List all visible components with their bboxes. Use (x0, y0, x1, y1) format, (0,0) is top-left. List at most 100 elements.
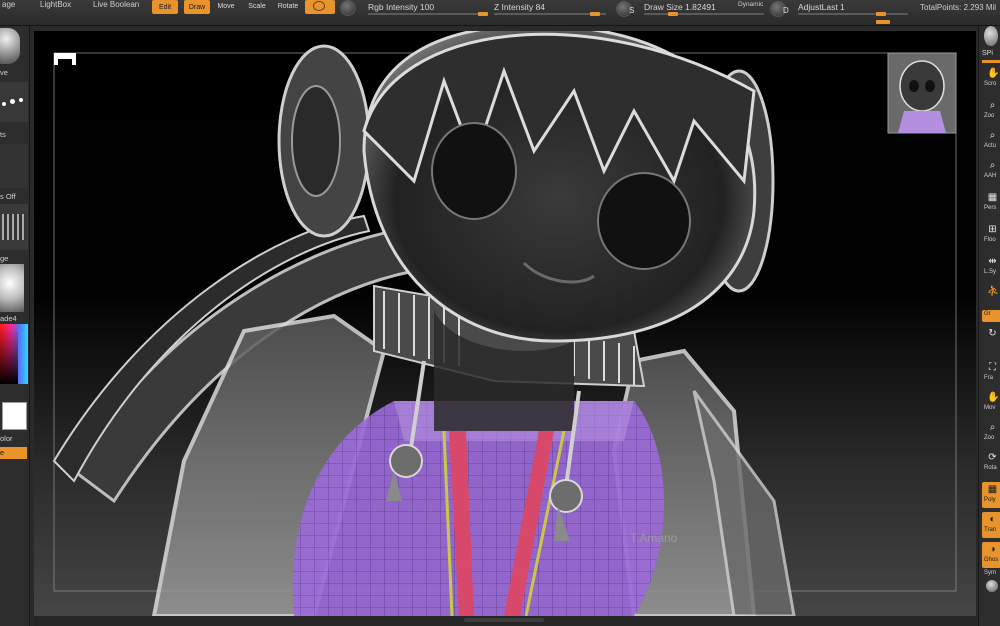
adjust-last-knob[interactable] (876, 12, 886, 16)
magnifier-icon: ⌕ (989, 100, 996, 111)
symmetry-icon: ⇹ (988, 256, 997, 267)
rotate-mode-button[interactable]: Rotate (275, 0, 301, 14)
tool-fragment-label: age (2, 0, 16, 9)
floor-button[interactable]: ⊞ Floo (982, 222, 1000, 248)
adjust-last-label: AdjustLast 1 (798, 2, 845, 12)
viewport-canvas[interactable]: T.Amano (34, 31, 976, 616)
s-key-label: S (629, 6, 635, 15)
draw-size-slider[interactable] (644, 13, 764, 15)
z-intensity-label: Z Intensity 84 (494, 2, 546, 12)
drawstring-bead-right (549, 479, 583, 513)
floor-grid-icon: ⊞ (988, 224, 997, 235)
rgb-intensity-knob[interactable] (478, 12, 488, 16)
draw-mode-label: Draw (188, 4, 206, 11)
rotate-view-button[interactable]: ⟳ Rota (982, 450, 1000, 476)
persp-button[interactable]: ▦ Pers (982, 190, 1000, 216)
texture-label: ge (0, 254, 9, 263)
gyro-button[interactable]: Gr (982, 310, 1000, 322)
rotate-icon: ⟳ (988, 452, 997, 463)
draw-mode-button[interactable]: Draw (184, 0, 210, 14)
hand-icon: ✋ (987, 68, 1000, 79)
rotate-mode-label: Rotate (277, 3, 299, 10)
right-tray: SPi ✋ Scro ⌕ Zoo ⌕ Actu ⌕ AAH ▦ Pers ⊞ Floo ⇹ L… (978, 26, 1000, 626)
adjust-last-slider[interactable] (798, 13, 908, 15)
color-picker-shade (0, 324, 18, 384)
z-intensity-knob[interactable] (590, 12, 600, 16)
magnifier-icon: ⌕ (989, 160, 996, 171)
rotate-icon: ↻ (988, 328, 997, 339)
floor-label: Floo (984, 237, 996, 243)
color-picker[interactable] (0, 324, 28, 384)
dynamic-size-icon[interactable]: D (770, 1, 789, 17)
solo-label: Sym (984, 570, 996, 576)
main-color-swatch[interactable] (2, 402, 27, 430)
local-symmetry-button[interactable]: ⇹ L.Sy (982, 254, 1000, 280)
circle-icon (313, 1, 325, 11)
frame-label: Fra (984, 375, 993, 381)
dot-icon (2, 102, 6, 106)
eye-right (597, 172, 691, 270)
spix-label: SPi (982, 50, 993, 57)
zoom-view-button[interactable]: ⌕ Zoo (982, 420, 1000, 446)
spix-slider[interactable] (982, 60, 1000, 63)
left-tray: ve ts s Off ge ade4 olor e (0, 26, 30, 626)
frame-button[interactable]: ⛶ Fra (982, 360, 1000, 386)
stroke-label: ts (0, 130, 6, 139)
bottom-tray (34, 616, 978, 626)
color-switch-button[interactable]: e (0, 447, 27, 459)
navigator-body (898, 111, 946, 133)
brush-sphere-icon[interactable] (0, 28, 20, 64)
texture-thumbnail[interactable] (0, 204, 28, 250)
stroke-thumbnail[interactable] (0, 82, 28, 122)
material-swatch-button[interactable] (305, 0, 335, 14)
live-boolean-button[interactable]: Live Boolean (93, 0, 139, 9)
scale-mode-button[interactable]: Scale (245, 0, 269, 14)
drawstring-bead-left (389, 444, 423, 478)
focal-shift-icon[interactable]: S (616, 1, 635, 17)
sphere-icon (986, 580, 998, 592)
navigator-head (899, 60, 945, 112)
magnifier-icon: ⌕ (989, 422, 996, 433)
polygon-grid-icon: ▦ (987, 484, 998, 495)
alpha-thumbnail[interactable] (0, 144, 28, 188)
brush-label: ve (0, 68, 8, 77)
hand-icon: ✋ (987, 392, 1000, 403)
rotate-view-label: Rota (984, 465, 997, 471)
color-switch-label: e (0, 448, 5, 457)
local-symmetry-label: L.Sy (984, 269, 997, 275)
actual-label: Actu (984, 143, 997, 149)
sphere-material-icon[interactable] (340, 0, 356, 16)
ghost-button[interactable]: ◑ Ghos (982, 542, 1000, 568)
material-label: ade4 (0, 314, 17, 323)
alpha-off-label: s Off (0, 192, 16, 201)
dynamic-toggle[interactable]: Dynamic (738, 1, 763, 8)
grid-texture-icon (2, 214, 26, 240)
artist-watermark: T.Amano (630, 531, 678, 545)
actual-button[interactable]: ⌕ Actu (982, 128, 1000, 154)
zoom-label: Zoo (984, 113, 995, 119)
headphone-left-inner (291, 85, 341, 197)
ghost-icon: ◑ (989, 544, 996, 555)
material-thumbnail[interactable] (0, 264, 24, 312)
persp-label: Pers (984, 205, 997, 211)
aahalf-button[interactable]: ⌕ AAH (982, 158, 1000, 184)
zoom-button[interactable]: ⌕ Zoo (982, 98, 1000, 124)
transparent-button[interactable]: ◐ Tran (982, 512, 1000, 538)
lightbox-button[interactable]: LightBox (40, 0, 71, 9)
rgb-intensity-slider[interactable] (368, 13, 488, 15)
move-view-button[interactable]: ✋ Mov (982, 390, 1000, 416)
top-toolbar: age LightBox Live Boolean Edit Draw Move… (0, 0, 1000, 26)
edit-mode-button[interactable]: Edit (152, 0, 178, 14)
polyframe-button[interactable]: ▦ Poly (982, 482, 1000, 508)
scroll-label: Scro (984, 81, 997, 87)
ghost-label: Ghos (984, 557, 999, 563)
xyz-button[interactable]: ⛹ (982, 284, 1000, 310)
scroll-button[interactable]: ✋ Scro (982, 66, 1000, 92)
home-view-icon (54, 53, 76, 65)
move-mode-button[interactable]: Move (214, 0, 238, 14)
rotate-axis-button[interactable]: ↻ (982, 326, 1000, 342)
solo-button[interactable]: Sym (982, 570, 1000, 596)
sphere-icon[interactable] (984, 26, 998, 46)
tray-handle[interactable] (464, 618, 544, 622)
draw-size-knob[interactable] (668, 12, 678, 16)
